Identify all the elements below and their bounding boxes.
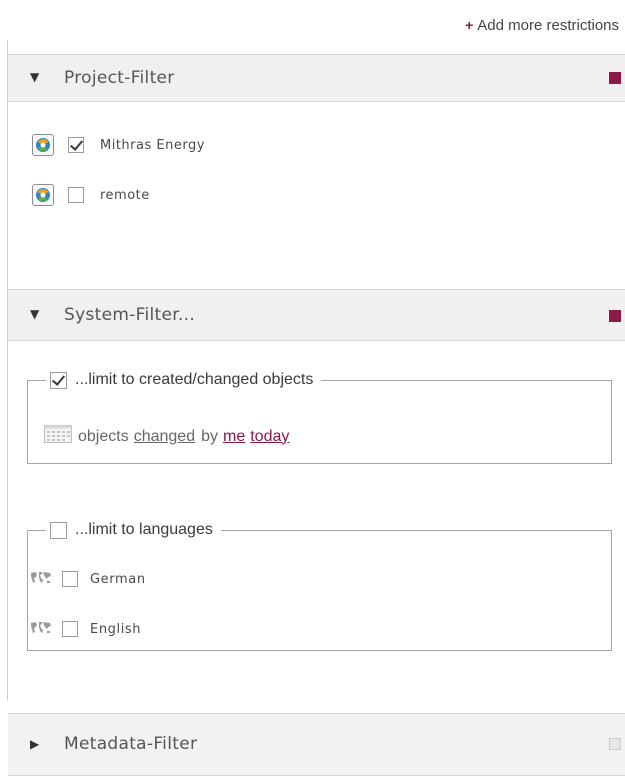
language-label: German: [90, 571, 146, 587]
language-checkbox-english[interactable]: [62, 621, 78, 637]
filter-inactive-marker: [609, 738, 621, 750]
date-today-link[interactable]: today: [250, 428, 289, 446]
limit-languages-checkbox[interactable]: [50, 521, 67, 539]
filter-panel: + Add more restrictions ▼ Project-Filter …: [0, 0, 625, 784]
add-more-restrictions-link[interactable]: + Add more restrictions: [465, 17, 619, 34]
project-globe-icon: [32, 184, 54, 206]
metadata-filter-title: Metadata-Filter: [64, 734, 198, 754]
project-label: Mithras Energy: [100, 137, 205, 153]
collapse-triangle-icon[interactable]: ▼: [30, 70, 39, 84]
language-row-german: German: [28, 567, 146, 591]
project-row-mithras-energy: Mithras Energy: [32, 131, 205, 159]
project-filter-header[interactable]: ▼ Project-Filter: [8, 54, 625, 102]
languages-legend-label: ...limit to languages: [75, 521, 213, 538]
filter-active-marker: [609, 72, 621, 84]
collapse-triangle-icon[interactable]: ▼: [30, 307, 39, 321]
world-map-icon: [30, 570, 52, 589]
language-label: English: [90, 621, 142, 637]
world-map-icon: [30, 620, 52, 639]
project-checkbox-mithras-energy[interactable]: [68, 137, 84, 153]
system-filter-title: System-Filter...: [64, 305, 196, 325]
sentence-by: by: [201, 427, 218, 445]
sentence-prefix: objects: [78, 427, 129, 445]
user-me-link[interactable]: me: [223, 428, 245, 446]
project-label: remote: [100, 187, 150, 203]
top-toolbar: + Add more restrictions: [0, 0, 625, 40]
system-filter-header[interactable]: ▼ System-Filter...: [8, 289, 625, 341]
filter-active-marker: [609, 310, 621, 322]
project-filter-title: Project-Filter: [64, 68, 175, 88]
language-checkbox-german[interactable]: [62, 571, 78, 587]
languages-legend: ...limit to languages: [46, 518, 221, 542]
created-changed-legend: ...limit to created/changed objects: [46, 368, 322, 392]
project-checkbox-remote[interactable]: [68, 187, 84, 203]
language-row-english: English: [28, 617, 141, 641]
limit-created-changed-checkbox[interactable]: [50, 371, 67, 389]
calendar-icon: [44, 425, 72, 448]
project-globe-icon: [32, 134, 54, 156]
metadata-filter-header[interactable]: ▶ Metadata-Filter: [8, 714, 625, 776]
panel-left-border: [7, 40, 8, 700]
plus-icon: +: [465, 17, 474, 33]
created-changed-sentence: objects changed by me today: [44, 425, 289, 448]
action-changed-link[interactable]: changed: [134, 428, 195, 446]
project-row-remote: remote: [32, 181, 150, 209]
languages-fieldset: ...limit to languages German English: [27, 518, 612, 651]
created-changed-legend-label: ...limit to created/changed objects: [75, 371, 314, 388]
expand-triangle-icon[interactable]: ▶: [30, 737, 39, 751]
created-changed-fieldset: ...limit to created/changed objects obje…: [27, 368, 612, 464]
add-more-restrictions-label: Add more restrictions: [477, 17, 619, 34]
